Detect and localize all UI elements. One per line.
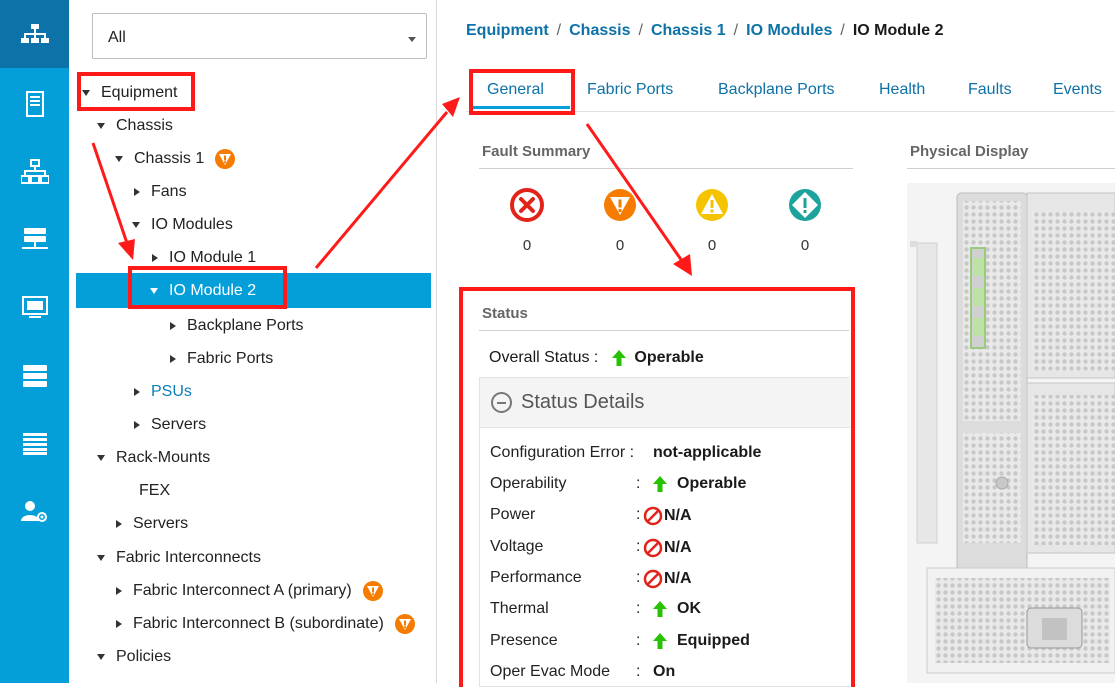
arrowhead-icon (673, 254, 692, 276)
annotation-arrow (91, 142, 130, 247)
annotation-arrow (314, 111, 449, 269)
arrowhead-icon (118, 239, 135, 260)
annotation-arrow (585, 123, 684, 262)
annotation-arrows (91, 97, 692, 276)
